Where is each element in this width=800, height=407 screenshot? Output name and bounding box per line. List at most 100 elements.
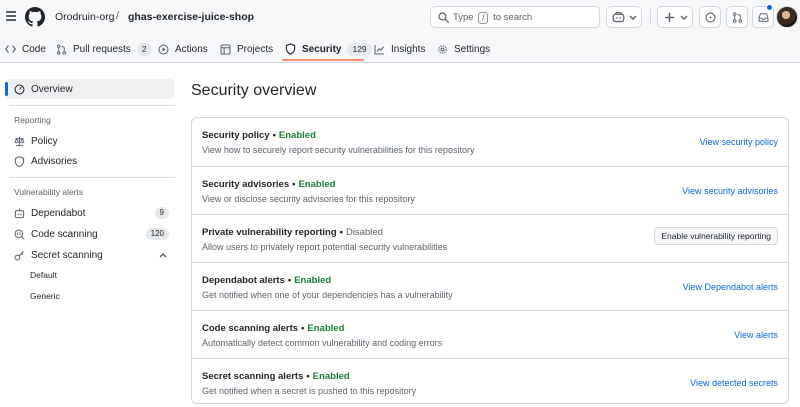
graph-icon — [374, 44, 385, 54]
repo-link[interactable]: ghas-exercise-juice-shop — [128, 11, 254, 23]
repo-header: Orodruin-org / ghas-exercise-juice-shop … — [0, 0, 800, 63]
sidebar-item-secret-scanning[interactable]: Secret scanning — [5, 245, 175, 265]
repo-tabs: Code Pull requests 2 Actions Projects Se… — [0, 36, 800, 62]
view-alerts-link[interactable]: View alerts — [734, 330, 778, 340]
status-badge: Enabled — [298, 179, 336, 190]
issues-button[interactable] — [699, 6, 721, 28]
tab-code[interactable]: Code — [5, 36, 46, 62]
code-icon — [5, 45, 16, 53]
pull-request-icon — [733, 12, 742, 23]
feature-description: View how to securely report security vul… — [202, 145, 475, 155]
plus-icon — [664, 12, 675, 23]
tab-insights[interactable]: Insights — [374, 36, 425, 62]
tab-projects[interactable]: Projects — [220, 36, 273, 62]
law-icon — [14, 136, 25, 146]
view-detected-secrets-link[interactable]: View detected secrets — [690, 378, 778, 388]
feature-description: Get notified when a secret is pushed to … — [202, 386, 417, 396]
feature-title: Code scanning alerts • Enabled — [202, 323, 345, 334]
view-dependabot-alerts-link[interactable]: View Dependabot alerts — [683, 282, 778, 292]
list-item: Dependabot alerts • Enabled Get notified w… — [192, 262, 788, 310]
tab-label: Pull requests — [73, 43, 131, 55]
active-tab-indicator — [282, 59, 364, 61]
pull-requests-button[interactable] — [726, 6, 748, 28]
view-security-policy-link[interactable]: View security policy — [700, 137, 778, 147]
search-input[interactable]: Type / to search — [430, 6, 600, 28]
tab-settings[interactable]: Settings — [437, 36, 490, 62]
list-item: Code scanning alerts • Enabled Automatical… — [192, 310, 788, 358]
sidebar-heading-vulnerability-alerts: Vulnerability alerts — [14, 187, 84, 197]
play-icon — [158, 44, 169, 54]
search-placeholder: Type / to search — [453, 12, 533, 24]
tab-label: Settings — [454, 43, 491, 55]
user-avatar[interactable] — [776, 6, 798, 28]
tab-label: Security — [302, 43, 342, 55]
feature-description: Automatically detect common vulnerabilit… — [202, 338, 443, 348]
shield-icon — [14, 155, 25, 167]
sidebar-item-label: Policy — [31, 135, 58, 147]
list-item: Private vulnerability reporting • Disabled… — [192, 214, 788, 262]
sidebar-item-policy[interactable]: Policy — [5, 131, 175, 151]
chevron-down-icon — [629, 15, 637, 20]
sidebar-item-label: Secret scanning — [31, 249, 103, 261]
sidebar-item-label: Dependabot — [31, 207, 86, 219]
sidebar-item-dependabot[interactable]: Dependabot 9 — [5, 203, 175, 223]
create-new-button[interactable] — [657, 6, 693, 28]
chevron-down-icon — [680, 15, 688, 20]
page-title: Security overview — [191, 82, 317, 99]
sidebar-item-advisories[interactable]: Advisories — [5, 151, 175, 171]
tab-label: Actions — [175, 43, 208, 55]
pull-request-icon — [57, 43, 66, 55]
status-badge: Enabled — [307, 323, 345, 334]
org-link[interactable]: Orodruin-org — [55, 11, 115, 23]
tab-pull-requests[interactable]: Pull requests 2 — [56, 36, 152, 62]
key-icon — [14, 250, 24, 260]
gear-icon — [438, 44, 447, 54]
breadcrumb-separator: / — [116, 10, 120, 22]
header-divider — [650, 9, 651, 25]
table-icon — [220, 44, 231, 54]
sidebar-item-label: Advisories — [31, 155, 78, 167]
sidebar-item-code-scanning[interactable]: Code scanning 120 — [5, 224, 175, 244]
feature-description: Get notified when one of your dependenci… — [202, 290, 453, 300]
tab-label: Code — [22, 43, 46, 55]
hamburger-menu-icon[interactable] — [5, 10, 17, 22]
tab-actions[interactable]: Actions — [158, 36, 208, 62]
feature-title: Secret scanning alerts • Enabled — [202, 371, 350, 382]
search-icon — [438, 12, 449, 23]
feature-description: View or disclose security advisories for… — [202, 194, 415, 204]
status-badge: Disabled — [345, 227, 383, 238]
dependabot-count: 9 — [154, 207, 169, 219]
sidebar-subitem-default[interactable]: Default — [30, 270, 57, 280]
chevron-up-icon[interactable] — [159, 252, 167, 258]
view-security-advisories-link[interactable]: View security advisories — [682, 186, 778, 196]
pull-requests-count: 2 — [136, 42, 152, 56]
sidebar-divider — [10, 105, 175, 106]
search-shortcut-key: / — [478, 12, 489, 24]
feature-title: Dependabot alerts • Enabled — [202, 275, 332, 286]
sidebar-item-overview[interactable]: Overview — [5, 79, 175, 99]
github-logo-icon[interactable] — [25, 7, 45, 27]
shield-icon — [285, 43, 296, 55]
status-badge: Enabled — [312, 371, 350, 382]
global-nav: Orodruin-org / ghas-exercise-juice-shop … — [0, 0, 800, 34]
inbox-icon — [758, 13, 769, 22]
sidebar-item-label: Code scanning — [31, 228, 98, 240]
sidebar-subitem-generic[interactable]: Generic — [30, 291, 60, 301]
sidebar-item-label: Overview — [31, 83, 73, 95]
sidebar-heading-reporting: Reporting — [14, 115, 51, 125]
copilot-button[interactable] — [606, 6, 642, 28]
copilot-icon — [612, 11, 625, 23]
meter-icon — [14, 84, 25, 94]
security-features-list: Security policy • Enabled View how to secu… — [191, 117, 789, 404]
enable-vulnerability-reporting-button[interactable]: Enable vulnerability reporting — [654, 227, 778, 245]
tab-label: Projects — [237, 43, 274, 55]
list-item: Security policy • Enabled View how to secu… — [192, 118, 788, 166]
status-badge: Enabled — [278, 130, 316, 141]
status-badge: Enabled — [294, 275, 332, 286]
notification-indicator — [766, 4, 773, 11]
security-count: 129 — [347, 42, 372, 56]
codescan-icon — [14, 229, 25, 240]
issue-icon — [705, 12, 716, 23]
feature-title: Security advisories • Enabled — [202, 179, 336, 190]
sidebar-divider — [10, 177, 175, 178]
